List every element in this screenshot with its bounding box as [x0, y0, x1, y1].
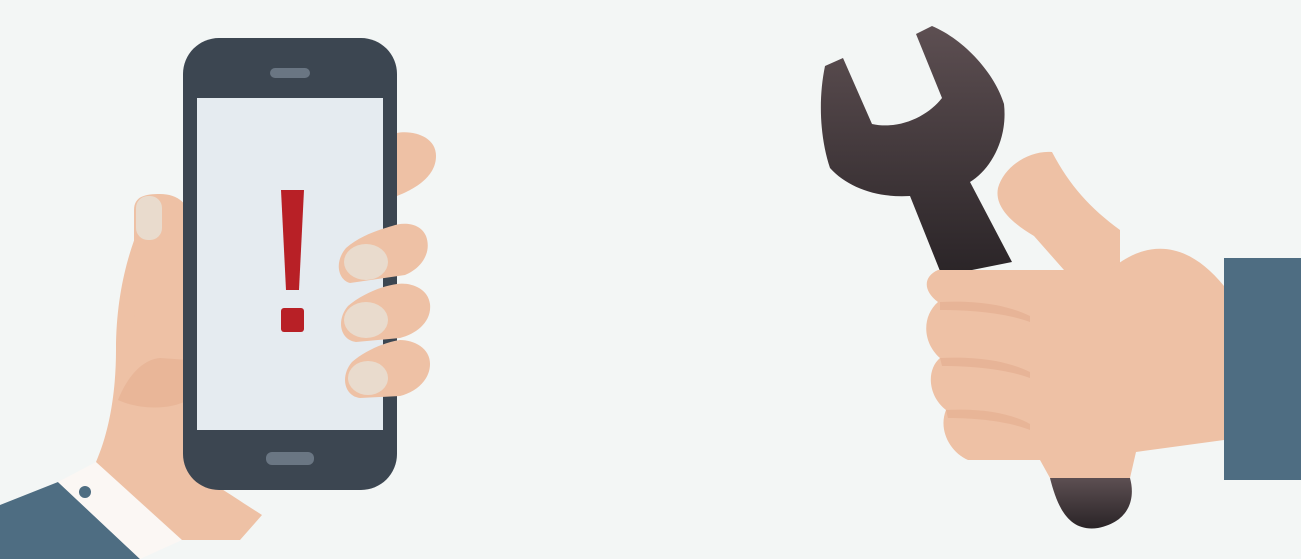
illustration-canvas	[0, 0, 1301, 559]
phone-speaker	[270, 68, 310, 78]
phone-home-button	[266, 452, 314, 465]
hand-holding-phone	[0, 38, 436, 559]
left-thumb-nail	[136, 196, 162, 240]
right-sleeve	[1224, 258, 1301, 480]
right-thumb	[997, 151, 1120, 270]
wrench-handle-end	[1050, 478, 1132, 529]
wrench-icon	[820, 26, 1012, 276]
left-index-finger	[397, 132, 436, 196]
hand-holding-wrench	[820, 26, 1301, 529]
left-fingers	[338, 223, 431, 398]
support-illustration	[0, 26, 1301, 559]
cuff-button	[79, 486, 91, 498]
